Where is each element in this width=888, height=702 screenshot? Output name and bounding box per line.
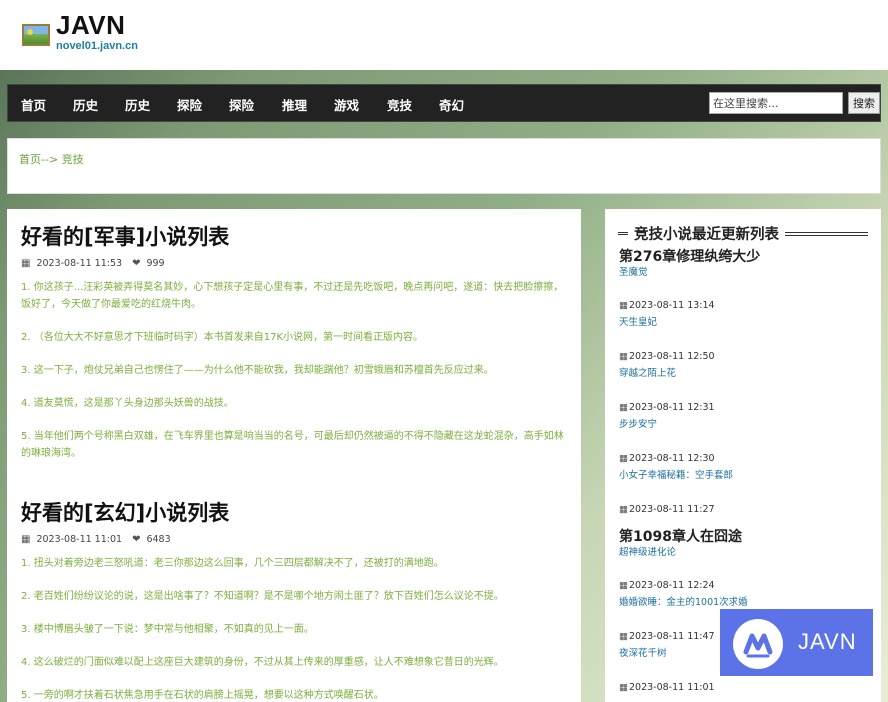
calendar-icon: ▦ [619, 580, 628, 591]
entry-book-link[interactable]: 婚婚欲睡：金主的1001次求婚 [619, 596, 869, 610]
nav-item-adventure[interactable]: 探险 [177, 95, 202, 114]
sidebar-entry: ▦ 2023-08-11 12:50 穿越之陌上花 [619, 350, 869, 381]
sidebar-entry: 第276章修理纨绔大少 圣魔觉 [619, 248, 869, 280]
side-date: ▦ 2023-08-11 11:01 [619, 681, 869, 695]
list-item[interactable]: 1. 扭头对着旁边老三怒吼道：老三你那边这么回事，几个三四层都解决不了，还被打的… [21, 555, 573, 572]
breadcrumb-home-link[interactable]: 首页 [19, 153, 41, 166]
calendar-icon: ▦ [619, 453, 628, 464]
heart-icon: ❤ [132, 257, 141, 269]
section-likes: 999 [146, 257, 165, 269]
watermark-logo-icon [733, 619, 783, 669]
excerpt-list: 1. 你这孩子...汪彩英被弄得莫名其妙，心下想孩子定是心里有事，不过还是先吃饭… [21, 279, 573, 462]
main-navbar: 首页 历史 历史 探险 探险 推理 游戏 竞技 奇幻 搜索 [7, 84, 881, 122]
sidebar-entry: ▦ 2023-08-11 12:31 步步安宁 [619, 401, 869, 432]
list-item[interactable]: 4. 道友莫慌，这是那丫头身边那头妖兽的战技。 [21, 395, 573, 412]
nav-item-fantasy[interactable]: 奇幻 [439, 95, 464, 114]
sidebar-entry: ▦ 2023-08-11 12:30 小女子幸福秘籍：空手套郎 [619, 452, 869, 483]
entry-book-link[interactable]: 圣魔觉 [619, 266, 869, 280]
calendar-icon: ▦ [619, 402, 628, 413]
list-item[interactable]: 1. 你这孩子...汪彩英被弄得莫名其妙，心下想孩子定是心里有事，不过还是先吃饭… [21, 279, 573, 313]
calendar-icon: ▦ [619, 351, 628, 362]
entry-date: 2023-08-11 12:24 [628, 580, 715, 591]
entry-book-link[interactable]: 穿越之陌上花 [619, 367, 869, 381]
sidebar-entry: 第1098章人在囧途 超神级进化论 [619, 528, 869, 560]
site-logo-image[interactable] [22, 24, 50, 46]
section-date: 2023-08-11 11:53 [36, 257, 123, 269]
breadcrumb-panel: 首页--> 竞技 [7, 138, 881, 194]
novel-section-fantasy: 好看的[玄幻]小说列表 ▦ 2023-08-11 11:01 ❤ 6483 1.… [21, 499, 573, 702]
nav-item-adventure-2[interactable]: 探险 [229, 95, 254, 114]
list-item[interactable]: 3. 这一下子，炮仗兄弟自己也愣住了——为什么他不能砍我，我却能踹他？初雪蛾眉和… [21, 362, 573, 379]
entry-book-link[interactable]: 小女子幸福秘籍：空手套郎 [619, 469, 869, 483]
calendar-icon: ▦ [21, 257, 31, 269]
list-item[interactable]: 5. 当年他们两个号称黑白双雄，在飞车界里也算是响当当的名号，可最后却仍然被逼的… [21, 428, 573, 462]
list-item[interactable]: 5. 一旁的啊才扶着石状焦急用手在石状的肩膀上摇晃，想要以这种方式唤醒石状。 [21, 687, 573, 702]
calendar-icon: ▦ [619, 300, 628, 311]
entry-date: 2023-08-11 11:27 [628, 504, 715, 515]
calendar-icon: ▦ [619, 682, 628, 693]
nav-item-mystery[interactable]: 推理 [282, 95, 307, 114]
watermark-text: JAVN [798, 629, 857, 654]
main-content: 好看的[军事]小说列表 ▦ 2023-08-11 11:53 ❤ 999 1. … [7, 209, 581, 702]
sidebar-entry: ▦ 2023-08-11 12:24 婚婚欲睡：金主的1001次求婚 [619, 579, 869, 610]
entry-chapter-title[interactable]: 第276章修理纨绔大少 [619, 248, 869, 266]
list-item[interactable]: 2. 老百姓们纷纷议论的说，这是出啥事了？不知道啊？是不是哪个地方闹土匪了？放下… [21, 588, 573, 605]
heading-rule-left [618, 232, 628, 235]
section-meta: ▦ 2023-08-11 11:01 ❤ 6483 [21, 532, 573, 546]
side-date: ▦ 2023-08-11 12:50 [619, 350, 869, 364]
section-meta: ▦ 2023-08-11 11:53 ❤ 999 [21, 256, 573, 270]
sidebar-entry: ▦ 2023-08-11 11:27 [619, 503, 869, 517]
nav-item-home[interactable]: 首页 [21, 95, 46, 114]
entry-book-link[interactable]: 天生皇妃 [619, 316, 869, 330]
nav-item-games[interactable]: 游戏 [334, 95, 359, 114]
list-item[interactable]: 2. （各位大大不好意思才下班临时码字）本书首发来自17K小说网，第一时间看正版… [21, 329, 573, 346]
watermark-badge: JAVN [720, 609, 873, 676]
side-date: ▦ 2023-08-11 12:31 [619, 401, 869, 415]
sidebar-heading: 竞技小说最近更新列表 [618, 223, 868, 244]
list-item[interactable]: 3. 楼中博眉头皱了一下说：梦中常与他相聚，不如真的见上一面。 [21, 621, 573, 638]
search-input[interactable] [709, 92, 843, 114]
section-likes: 6483 [146, 533, 171, 545]
site-header: JAVN novel01.javn.cn [0, 0, 888, 70]
side-date: ▦ 2023-08-11 12:30 [619, 452, 869, 466]
entry-book-link[interactable]: 超神级进化论 [619, 546, 869, 560]
breadcrumb-separator: --> [41, 153, 59, 166]
entry-date: 2023-08-11 12:30 [628, 453, 715, 464]
breadcrumb: 首页--> 竞技 [19, 151, 84, 167]
calendar-icon: ▦ [21, 533, 31, 545]
list-item[interactable]: 4. 这么破烂的门面似难以配上这座巨大建筑的身份，不过从其上传来的厚重感，让人不… [21, 654, 573, 671]
section-title[interactable]: 好看的[军事]小说列表 [21, 223, 573, 251]
excerpt-list: 1. 扭头对着旁边老三怒吼道：老三你那边这么回事，几个三四层都解决不了，还被打的… [21, 555, 573, 702]
site-title[interactable]: JAVN [56, 10, 125, 41]
calendar-icon: ▦ [619, 631, 628, 642]
section-date: 2023-08-11 11:01 [36, 533, 123, 545]
sidebar-entry: ▦ 2023-08-11 13:14 天生皇妃 [619, 299, 869, 330]
entry-date: 2023-08-11 12:50 [628, 351, 715, 362]
entry-chapter-title[interactable]: 第1098章人在囧途 [619, 528, 869, 546]
sidebar-heading-text: 竞技小说最近更新列表 [634, 227, 779, 243]
nav-item-sports[interactable]: 竞技 [387, 95, 412, 114]
novel-section-military: 好看的[军事]小说列表 ▦ 2023-08-11 11:53 ❤ 999 1. … [21, 223, 573, 478]
entry-date: 2023-08-11 11:47 [628, 631, 715, 642]
site-url[interactable]: novel01.javn.cn [56, 40, 138, 52]
heading-rule-right [785, 231, 868, 236]
nav-item-history-2[interactable]: 历史 [125, 95, 150, 114]
heart-icon: ❤ [132, 533, 141, 545]
nav-item-history[interactable]: 历史 [73, 95, 98, 114]
entry-book-link[interactable]: 步步安宁 [619, 418, 869, 432]
entry-date: 2023-08-11 13:14 [628, 300, 715, 311]
search-button[interactable]: 搜索 [848, 92, 880, 114]
entry-date: 2023-08-11 11:01 [628, 682, 715, 693]
side-date: ▦ 2023-08-11 11:27 [619, 503, 869, 517]
entry-date: 2023-08-11 12:31 [628, 402, 715, 413]
section-title[interactable]: 好看的[玄幻]小说列表 [21, 499, 573, 527]
calendar-icon: ▦ [619, 504, 628, 515]
side-date: ▦ 2023-08-11 12:24 [619, 579, 869, 593]
breadcrumb-current-link[interactable]: 竞技 [62, 153, 84, 166]
side-date: ▦ 2023-08-11 13:14 [619, 299, 869, 313]
sidebar-entry: ▦ 2023-08-11 11:01 [619, 681, 869, 695]
